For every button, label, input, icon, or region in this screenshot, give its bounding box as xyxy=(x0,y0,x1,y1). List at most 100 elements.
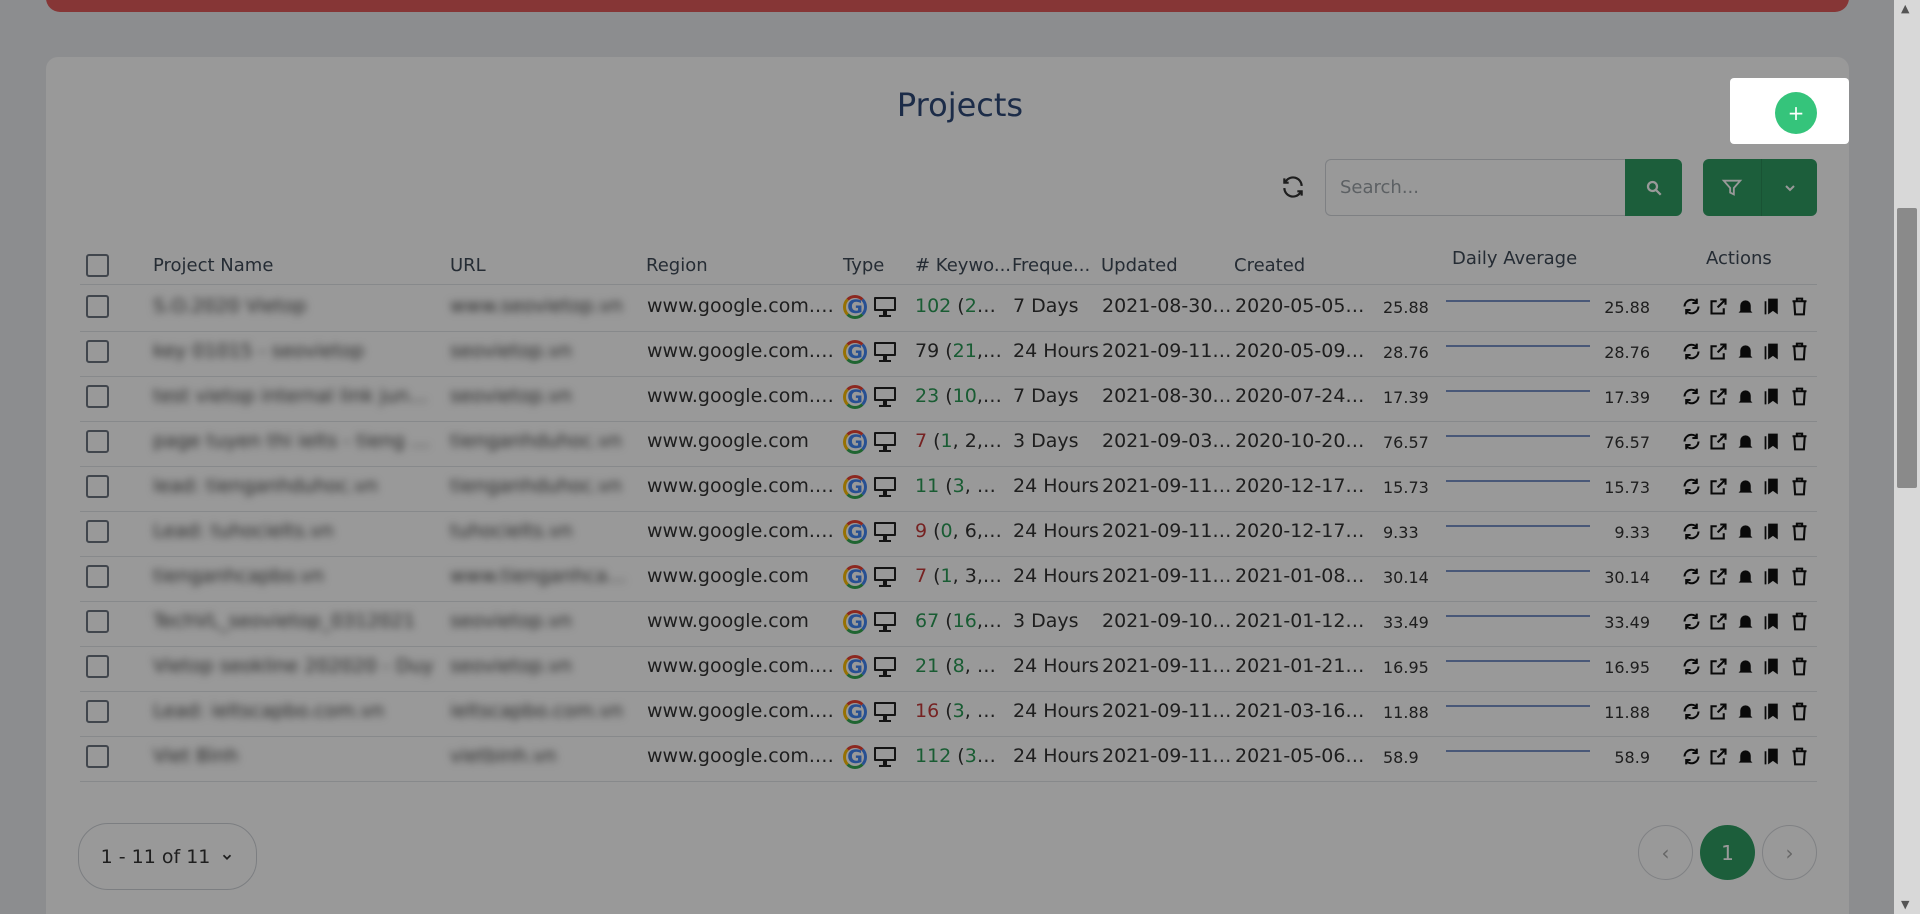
row-checkbox[interactable] xyxy=(86,745,109,768)
bookmarks-icon[interactable] xyxy=(1762,386,1783,407)
bookmarks-icon[interactable] xyxy=(1762,701,1783,722)
sync-icon[interactable] xyxy=(1681,746,1702,767)
project-url[interactable]: tienganhduhoc.vn xyxy=(450,430,635,452)
project-url[interactable]: tuhocielts.vn xyxy=(450,520,635,542)
bell-icon[interactable] xyxy=(1735,476,1756,497)
row-checkbox[interactable] xyxy=(86,340,109,363)
bookmarks-icon[interactable] xyxy=(1762,566,1783,587)
header-keywords[interactable]: # Keywo... xyxy=(915,255,1011,276)
trash-icon[interactable] xyxy=(1789,566,1810,587)
bell-icon[interactable] xyxy=(1735,521,1756,542)
external-link-icon[interactable] xyxy=(1708,431,1729,452)
project-name[interactable]: page tuyen thi ielts - tieng anh xyxy=(153,430,438,452)
prev-page-button[interactable]: ‹ xyxy=(1638,825,1693,880)
trash-icon[interactable] xyxy=(1789,341,1810,362)
search-button[interactable] xyxy=(1625,159,1682,216)
sync-icon[interactable] xyxy=(1681,476,1702,497)
external-link-icon[interactable] xyxy=(1708,296,1729,317)
external-link-icon[interactable] xyxy=(1708,746,1729,767)
external-link-icon[interactable] xyxy=(1708,611,1729,632)
trash-icon[interactable] xyxy=(1789,701,1810,722)
header-updated[interactable]: Updated xyxy=(1101,255,1178,276)
project-name[interactable]: tienganhcapbo.vn xyxy=(153,565,438,587)
bell-icon[interactable] xyxy=(1735,656,1756,677)
project-url[interactable]: tienganhduhoc.vn xyxy=(450,475,635,497)
page-size-select[interactable]: 1 - 11 of 11 xyxy=(78,823,257,890)
keyword-counts[interactable]: 112 (37, 5... xyxy=(915,745,1007,767)
trash-icon[interactable] xyxy=(1789,746,1810,767)
sync-icon[interactable] xyxy=(1681,296,1702,317)
bell-icon[interactable] xyxy=(1735,566,1756,587)
bookmarks-icon[interactable] xyxy=(1762,521,1783,542)
bookmarks-icon[interactable] xyxy=(1762,341,1783,362)
sync-icon[interactable] xyxy=(1681,701,1702,722)
trash-icon[interactable] xyxy=(1789,656,1810,677)
keyword-counts[interactable]: 11 (3, 7, 1) xyxy=(915,475,1007,497)
sync-icon[interactable] xyxy=(1681,611,1702,632)
filter-button[interactable] xyxy=(1703,159,1761,216)
bell-icon[interactable] xyxy=(1735,386,1756,407)
bookmarks-icon[interactable] xyxy=(1762,611,1783,632)
header-url[interactable]: URL xyxy=(450,255,486,276)
project-name[interactable]: S.O.2020 Vietop xyxy=(153,295,438,317)
bell-icon[interactable] xyxy=(1735,701,1756,722)
external-link-icon[interactable] xyxy=(1708,656,1729,677)
row-checkbox[interactable] xyxy=(86,700,109,723)
external-link-icon[interactable] xyxy=(1708,476,1729,497)
bookmarks-icon[interactable] xyxy=(1762,431,1783,452)
external-link-icon[interactable] xyxy=(1708,566,1729,587)
keyword-counts[interactable]: 21 (8, 8, 5) xyxy=(915,655,1007,677)
header-type[interactable]: Type xyxy=(843,255,884,276)
bookmarks-icon[interactable] xyxy=(1762,746,1783,767)
next-page-button[interactable]: › xyxy=(1762,825,1817,880)
page-1-button[interactable]: 1 xyxy=(1700,825,1755,880)
row-checkbox[interactable] xyxy=(86,475,109,498)
header-created[interactable]: Created xyxy=(1234,255,1305,276)
header-region[interactable]: Region xyxy=(646,255,708,276)
external-link-icon[interactable] xyxy=(1708,521,1729,542)
external-link-icon[interactable] xyxy=(1708,701,1729,722)
sync-icon[interactable] xyxy=(1681,341,1702,362)
project-name[interactable]: test vietop internal link june 2 xyxy=(153,385,438,407)
select-all-checkbox[interactable] xyxy=(86,254,109,277)
sync-icon[interactable] xyxy=(1681,521,1702,542)
row-checkbox[interactable] xyxy=(86,295,109,318)
keyword-counts[interactable]: 102 (29, 5... xyxy=(915,295,1007,317)
row-checkbox[interactable] xyxy=(86,520,109,543)
filter-dropdown-button[interactable] xyxy=(1761,159,1817,216)
scroll-up-arrow[interactable]: ▲ xyxy=(1901,2,1909,15)
bookmarks-icon[interactable] xyxy=(1762,296,1783,317)
bell-icon[interactable] xyxy=(1735,611,1756,632)
keyword-counts[interactable]: 67 (16, 42... xyxy=(915,610,1007,632)
project-url[interactable]: seovietop.vn xyxy=(450,655,635,677)
project-name[interactable]: key 01015 - seovietop xyxy=(153,340,438,362)
add-project-button[interactable]: + xyxy=(1775,92,1817,134)
project-url[interactable]: vietbinh.vn xyxy=(450,745,635,767)
search-input[interactable]: Search... xyxy=(1325,159,1627,216)
external-link-icon[interactable] xyxy=(1708,341,1729,362)
bookmarks-icon[interactable] xyxy=(1762,476,1783,497)
row-checkbox[interactable] xyxy=(86,565,109,588)
bell-icon[interactable] xyxy=(1735,296,1756,317)
trash-icon[interactable] xyxy=(1789,521,1810,542)
keyword-counts[interactable]: 9 (0, 6, 3) xyxy=(915,520,1007,542)
scrollbar-thumb[interactable] xyxy=(1897,208,1917,488)
row-checkbox[interactable] xyxy=(86,385,109,408)
project-name[interactable]: Viet Bình xyxy=(153,745,438,767)
header-project-name[interactable]: Project Name xyxy=(153,255,273,276)
bell-icon[interactable] xyxy=(1735,341,1756,362)
project-url[interactable]: ieltscapbo.com.vn xyxy=(450,700,635,722)
row-checkbox[interactable] xyxy=(86,430,109,453)
sync-icon[interactable] xyxy=(1681,566,1702,587)
refresh-icon[interactable] xyxy=(1280,174,1306,200)
external-link-icon[interactable] xyxy=(1708,386,1729,407)
project-name[interactable]: lead: tienganhduhoc.vn xyxy=(153,475,438,497)
row-checkbox[interactable] xyxy=(86,655,109,678)
bell-icon[interactable] xyxy=(1735,431,1756,452)
trash-icon[interactable] xyxy=(1789,611,1810,632)
project-name[interactable]: TechVL_seovietop_0312021 xyxy=(153,610,438,632)
sync-icon[interactable] xyxy=(1681,386,1702,407)
bell-icon[interactable] xyxy=(1735,746,1756,767)
row-checkbox[interactable] xyxy=(86,610,109,633)
keyword-counts[interactable]: 7 (1, 2, 4) xyxy=(915,430,1007,452)
